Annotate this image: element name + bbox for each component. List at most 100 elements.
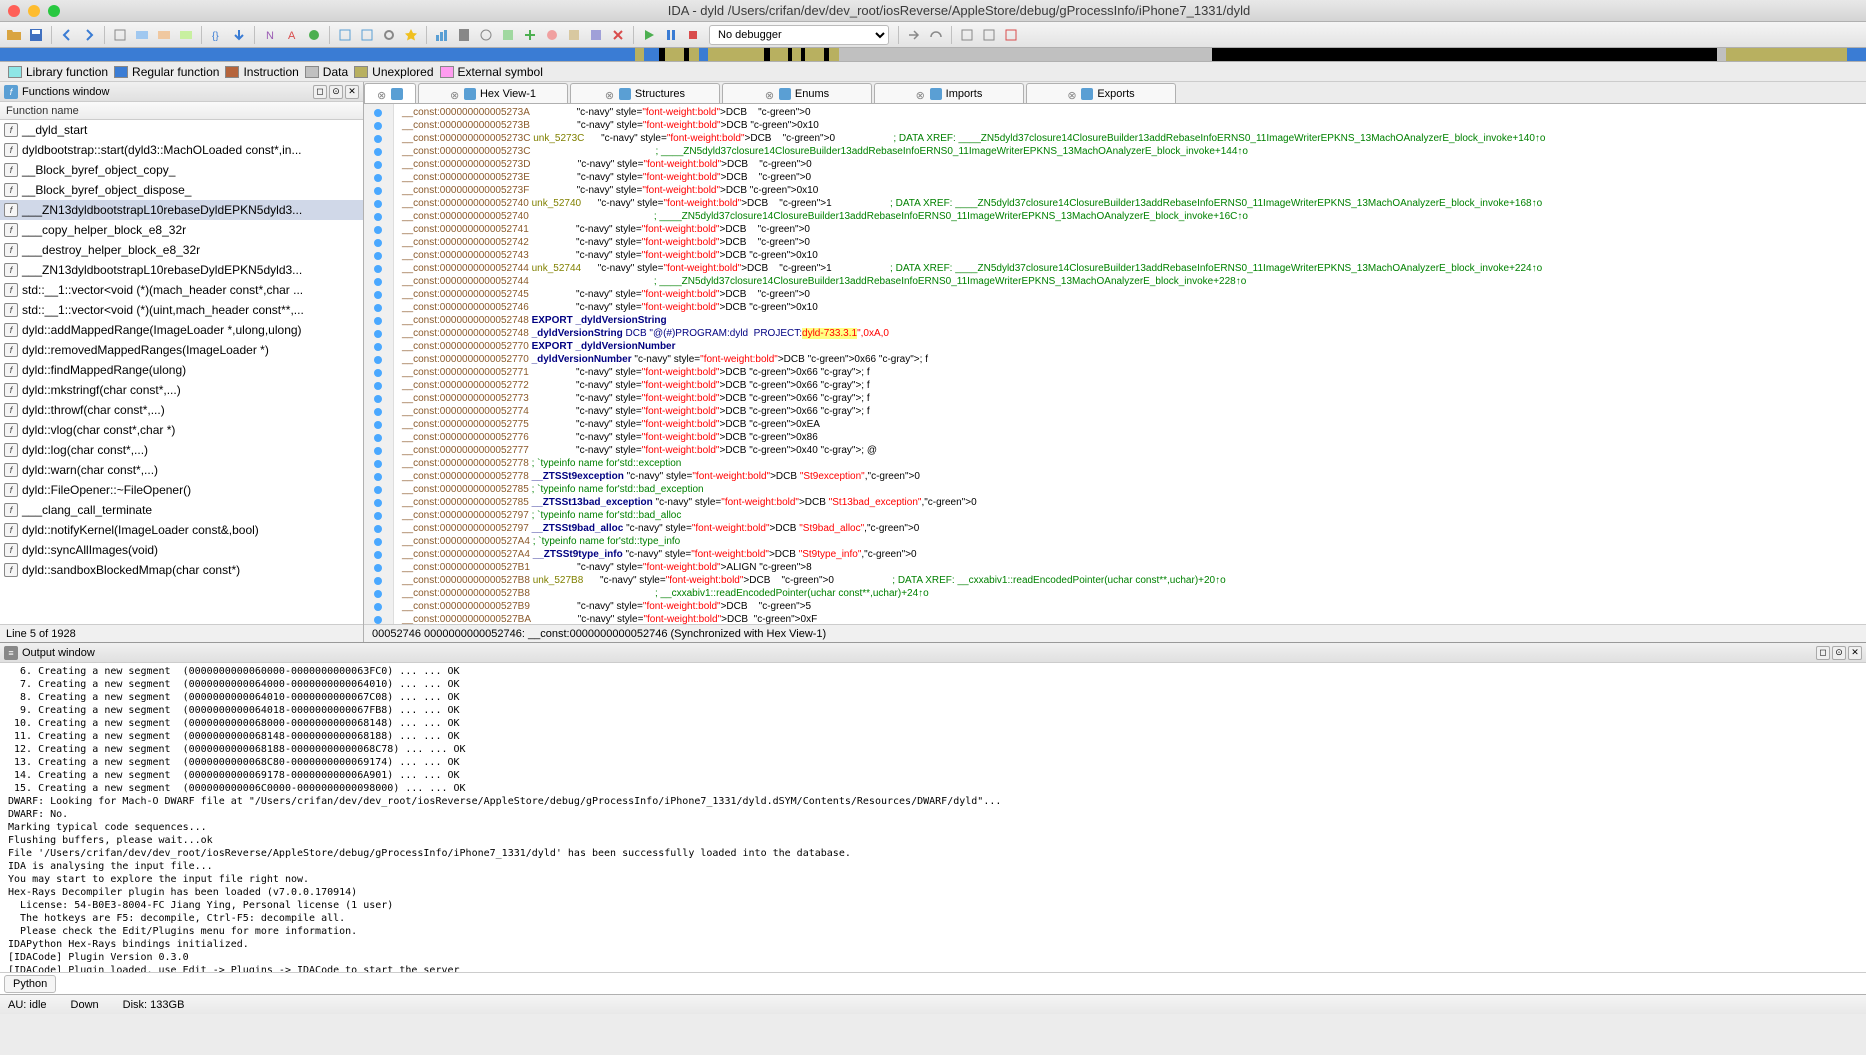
function-row[interactable]: fdyld::FileOpener::~FileOpener() — [0, 480, 363, 500]
view-tab[interactable]: ⊗Imports — [874, 83, 1024, 103]
tool-icon[interactable] — [335, 25, 355, 45]
minimize-window-button[interactable] — [28, 5, 40, 17]
function-icon: f — [4, 223, 18, 237]
text-icon[interactable]: A — [282, 25, 302, 45]
tool-icon[interactable] — [1001, 25, 1021, 45]
output-panel: ≡ Output window ◻ ⊙ ✕ 6. Creating a new … — [0, 642, 1866, 994]
function-row[interactable]: fdyld::log(char const*,...) — [0, 440, 363, 460]
tool-icon[interactable] — [542, 25, 562, 45]
stop-icon[interactable] — [683, 25, 703, 45]
tool-icon[interactable] — [979, 25, 999, 45]
output-log[interactable]: 6. Creating a new segment (0000000000060… — [0, 663, 1866, 972]
functions-panel: f Functions window ◻ ⊙ ✕ Function name f… — [0, 82, 364, 642]
gear-icon[interactable] — [379, 25, 399, 45]
function-row[interactable]: fdyld::warn(char const*,...) — [0, 460, 363, 480]
close-window-button[interactable] — [8, 5, 20, 17]
functions-panel-header: f Functions window ◻ ⊙ ✕ — [0, 82, 363, 102]
function-row[interactable]: f___ZN13dyldbootstrapL10rebaseDyldEPKN5d… — [0, 200, 363, 220]
main-toolbar: {} N A No debugger — [0, 22, 1866, 48]
tab-close-icon[interactable]: ⊗ — [605, 89, 615, 99]
function-row[interactable]: fdyld::notifyKernel(ImageLoader const&,b… — [0, 520, 363, 540]
function-row[interactable]: fdyld::vlog(char const*,char *) — [0, 420, 363, 440]
view-tab[interactable]: ⊗ — [364, 83, 416, 103]
panel-restore-icon[interactable]: ◻ — [313, 85, 327, 99]
close-icon[interactable] — [608, 25, 628, 45]
flag-icon[interactable] — [304, 25, 324, 45]
chart-icon[interactable] — [432, 25, 452, 45]
rename-icon[interactable]: N — [260, 25, 280, 45]
function-row[interactable]: f___destroy_helper_block_e8_32r — [0, 240, 363, 260]
function-row[interactable]: fdyld::addMappedRange(ImageLoader *,ulon… — [0, 320, 363, 340]
navigation-overview[interactable] — [0, 48, 1866, 62]
function-row[interactable]: fdyld::mkstringf(char const*,...) — [0, 380, 363, 400]
back-icon[interactable] — [57, 25, 77, 45]
forward-icon[interactable] — [79, 25, 99, 45]
step-over-icon[interactable] — [926, 25, 946, 45]
function-row[interactable]: f___ZN13dyldbootstrapL10rebaseDyldEPKN5d… — [0, 260, 363, 280]
tool-icon[interactable] — [957, 25, 977, 45]
functions-list[interactable]: f__dyld_startfdyldbootstrap::start(dyld3… — [0, 120, 363, 624]
function-name: dyld::removedMappedRanges(ImageLoader *) — [22, 343, 269, 357]
tab-close-icon[interactable]: ⊗ — [377, 89, 387, 99]
functions-column-header[interactable]: Function name — [0, 102, 363, 120]
output-prompt[interactable]: Python — [0, 972, 1866, 994]
function-row[interactable]: fdyld::findMappedRange(ulong) — [0, 360, 363, 380]
function-row[interactable]: fdyld::removedMappedRanges(ImageLoader *… — [0, 340, 363, 360]
tool-icon[interactable] — [586, 25, 606, 45]
tool-icon[interactable] — [132, 25, 152, 45]
panel-close-icon[interactable]: ✕ — [345, 85, 359, 99]
pause-icon[interactable] — [661, 25, 681, 45]
run-icon[interactable] — [639, 25, 659, 45]
tool-icon[interactable] — [476, 25, 496, 45]
step-icon[interactable] — [904, 25, 924, 45]
disassembly-view[interactable]: __const:000000000005273A "c-navy" style=… — [364, 104, 1866, 624]
titlebar: IDA - dyld /Users/crifan/dev/dev_root/io… — [0, 0, 1866, 22]
function-row[interactable]: fstd::__1::vector<void (*)(uint,mach_hea… — [0, 300, 363, 320]
tool-icon[interactable] — [176, 25, 196, 45]
function-row[interactable]: fstd::__1::vector<void (*)(mach_header c… — [0, 280, 363, 300]
function-row[interactable]: f__Block_byref_object_copy_ — [0, 160, 363, 180]
save-icon[interactable] — [26, 25, 46, 45]
tool-icon[interactable] — [110, 25, 130, 45]
function-name: dyldbootstrap::start(dyld3::MachOLoaded … — [22, 143, 302, 157]
function-name: std::__1::vector<void (*)(uint,mach_head… — [22, 303, 304, 317]
tab-close-icon[interactable]: ⊗ — [1067, 89, 1077, 99]
function-row[interactable]: fdyld::syncAllImages(void) — [0, 540, 363, 560]
legend-item: Library function — [8, 65, 108, 79]
function-name: dyld::mkstringf(char const*,...) — [22, 383, 181, 397]
maximize-window-button[interactable] — [48, 5, 60, 17]
tool-icon[interactable] — [564, 25, 584, 45]
down-icon[interactable] — [229, 25, 249, 45]
tab-close-icon[interactable]: ⊗ — [916, 89, 926, 99]
panel-restore-icon[interactable]: ◻ — [1816, 646, 1830, 660]
code-icon[interactable]: {} — [207, 25, 227, 45]
tool-icon[interactable] — [154, 25, 174, 45]
plus-icon[interactable] — [520, 25, 540, 45]
function-row[interactable]: f__dyld_start — [0, 120, 363, 140]
function-row[interactable]: fdyld::throwf(char const*,...) — [0, 400, 363, 420]
python-prompt-label[interactable]: Python — [4, 975, 56, 993]
debugger-select[interactable]: No debugger — [709, 25, 889, 45]
window-controls — [8, 5, 60, 17]
tab-close-icon[interactable]: ⊗ — [765, 89, 775, 99]
function-row[interactable]: fdyldbootstrap::start(dyld3::MachOLoaded… — [0, 140, 363, 160]
function-row[interactable]: f__Block_byref_object_dispose_ — [0, 180, 363, 200]
function-row[interactable]: f___copy_helper_block_e8_32r — [0, 220, 363, 240]
tool-icon[interactable] — [357, 25, 377, 45]
function-row[interactable]: fdyld::sandboxBlockedMmap(char const*) — [0, 560, 363, 580]
panel-close-icon[interactable]: ✕ — [1848, 646, 1862, 660]
calc-icon[interactable] — [454, 25, 474, 45]
function-icon: f — [4, 163, 18, 177]
panel-menu-icon[interactable]: ⊙ — [1832, 646, 1846, 660]
open-file-icon[interactable] — [4, 25, 24, 45]
tab-close-icon[interactable]: ⊗ — [450, 89, 460, 99]
view-tab[interactable]: ⊗Exports — [1026, 83, 1176, 103]
tab-icon — [619, 88, 631, 100]
view-tab[interactable]: ⊗Hex View-1 — [418, 83, 568, 103]
view-tab[interactable]: ⊗Structures — [570, 83, 720, 103]
function-row[interactable]: f___clang_call_terminate — [0, 500, 363, 520]
tool-icon[interactable] — [498, 25, 518, 45]
panel-menu-icon[interactable]: ⊙ — [329, 85, 343, 99]
view-tab[interactable]: ⊗Enums — [722, 83, 872, 103]
star-icon[interactable] — [401, 25, 421, 45]
